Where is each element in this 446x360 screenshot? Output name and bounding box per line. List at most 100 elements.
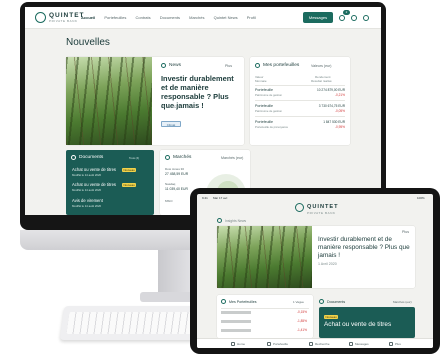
divider [255, 116, 345, 117]
markets-currency-select[interactable]: Marchés (eur) [221, 156, 243, 160]
tablet-screen: 9:41 Mar 17 avr. 100% QUINTET PRIVATE BA… [197, 194, 433, 348]
portfolio-row-sub: Patrimoine de gestion [255, 93, 283, 97]
tablet-news-more[interactable]: Plus [402, 230, 409, 234]
nav-item-quintet-news[interactable]: Quintet News [214, 15, 238, 20]
portfolios-card [250, 57, 350, 145]
logo-subtitle: PRIVATE BANK [307, 211, 336, 215]
documents-all-link[interactable]: Tous (4) [129, 156, 139, 160]
status-date: Mar 17 avr. [213, 196, 229, 200]
document-item-title[interactable]: Achat ou vente de titres [72, 182, 116, 187]
document-item-date: Modifié le 14 août 2020 [72, 188, 102, 192]
portfolio-row-sub: Patrimoine de gestion [255, 109, 283, 113]
bell-icon[interactable] [339, 15, 345, 21]
home-icon[interactable] [231, 341, 235, 346]
tab-home[interactable]: Home [237, 342, 245, 346]
divider [221, 308, 309, 309]
notification-badge: 2 [343, 10, 350, 15]
tablet-news-date: 1 Avril 2020 [318, 262, 337, 266]
more-icon[interactable] [389, 341, 393, 346]
tab-portefeuille[interactable]: Portefeuille [273, 342, 288, 346]
redacted-portfolio-name[interactable] [221, 320, 251, 323]
portfolio-row-name[interactable]: Portefeuille [255, 88, 273, 92]
portfolio-row-amount: 3 730 674,75 EUR [318, 104, 345, 108]
desktop-screen: QUINTET PRIVATE BANK Accueil Portefeuill… [25, 7, 381, 215]
news-date: 23.03.2020 [161, 105, 179, 109]
market-value: 11 039,40 EUR [165, 187, 188, 191]
redacted-portfolio-name[interactable] [221, 311, 251, 314]
tablet-news-headline[interactable]: Investir durablement et de manière respo… [318, 236, 410, 260]
messages-button[interactable]: Messages [303, 12, 333, 23]
document-icon [319, 299, 324, 304]
col-monnaie: Monnaie [255, 79, 267, 83]
portfolio-row-change: -0,95% [334, 125, 345, 129]
markets-label: Marchés [173, 155, 192, 160]
document-item-title[interactable]: Achat ou vente de titres [72, 167, 116, 172]
portfolio-icon[interactable] [267, 341, 271, 346]
tablet-portfolios-select[interactable]: 1 Vague [293, 300, 304, 304]
portfolios-currency-select[interactable]: Valeurs (eur) [311, 64, 332, 68]
tablet-documents-label: Documents [327, 299, 346, 304]
tab-recherche[interactable]: Recherche [315, 342, 330, 346]
quintet-logo-icon[interactable] [35, 12, 46, 23]
page-title: Nouvelles [66, 37, 110, 48]
portfolio-row-change: -0,05% [334, 109, 345, 113]
logo-name: QUINTET [307, 204, 339, 210]
tablet-document-title[interactable]: Achat ou vente de titres [324, 321, 391, 328]
gear-icon[interactable] [363, 15, 369, 21]
nav-item-marches[interactable]: Marchés [189, 15, 204, 20]
document-item-title[interactable]: Avis de virement [72, 198, 103, 203]
logo-name: QUINTET [49, 12, 85, 19]
logo-subtitle: PRIVATE BANK [49, 19, 78, 23]
tablet-portfolios-label: Mes Portefeuilles [229, 299, 257, 304]
portfolio-row-amount: 10 274 879,00 EUR [317, 88, 345, 92]
market-name[interactable]: Dow Jones 30 [165, 167, 184, 171]
divider [255, 100, 345, 101]
market-value: 27 458,59 EUR [165, 172, 189, 176]
portfolios-label: Mes portefeuilles [263, 63, 300, 68]
new-tag: Nouveau [324, 315, 339, 319]
redacted-portfolio-name[interactable] [221, 329, 251, 332]
quintet-logo-icon[interactable] [295, 203, 304, 212]
news-more-link[interactable]: Plus [225, 64, 232, 68]
status-battery: 100% [417, 196, 425, 200]
forest-image [217, 226, 312, 288]
portfolio-row-change: -0,21% [334, 93, 345, 97]
news-icon [161, 63, 166, 68]
market-name[interactable]: Nasdaq [165, 182, 175, 186]
divider [255, 85, 345, 86]
documents-label: Documents [79, 155, 104, 160]
nav-item-profil[interactable]: Profil [247, 15, 256, 20]
news-icon [217, 218, 222, 223]
insights-label: Insights News [225, 218, 247, 223]
tablet-documents-more[interactable]: Marchés (eur) [393, 300, 412, 304]
search-icon[interactable] [309, 341, 313, 346]
portfolio-row-name[interactable]: Portefeuille [255, 104, 273, 108]
forest-image [66, 57, 152, 145]
status-time: 9:41 [202, 196, 208, 200]
nav-item-documents[interactable]: Documents [160, 15, 180, 20]
tab-messages[interactable]: Messages [355, 342, 369, 346]
portfolio-row-name[interactable]: Portefeuille [255, 120, 273, 124]
portfolio-icon [221, 299, 226, 304]
nav-item-portefeuilles[interactable]: Portefeuilles [104, 15, 126, 20]
tablet-portfolio-change: -1,85% [296, 319, 307, 323]
document-item-date: Modifié le 14 août 2020 [72, 204, 102, 208]
user-icon[interactable] [351, 15, 357, 21]
messages-icon[interactable] [349, 341, 353, 346]
tablet-portfolio-change: -1,41% [296, 328, 307, 332]
col-resultat: Résultat réalisé [311, 79, 332, 83]
markets-icon [165, 155, 170, 160]
tablet-news-card[interactable]: Investir durablement et de manière respo… [217, 226, 415, 288]
news-tag-chip[interactable]: Climat [161, 121, 181, 127]
new-tag: Nouveau [122, 182, 137, 187]
nav-item-contrats[interactable]: Contrats [136, 15, 151, 20]
portfolio-row-sub: Portefeuille de prévoyance [255, 125, 289, 129]
nav-item-accueil[interactable]: Accueil [81, 15, 95, 20]
market-name[interactable]: MSCI [165, 199, 173, 203]
document-icon [71, 155, 76, 160]
document-item-date: Modifié le 14 août 2020 [72, 173, 102, 177]
tab-plus[interactable]: Plus [395, 342, 401, 346]
portfolio-icon [255, 63, 260, 68]
keyboard-keys [66, 312, 208, 334]
news-label: News [169, 63, 181, 68]
